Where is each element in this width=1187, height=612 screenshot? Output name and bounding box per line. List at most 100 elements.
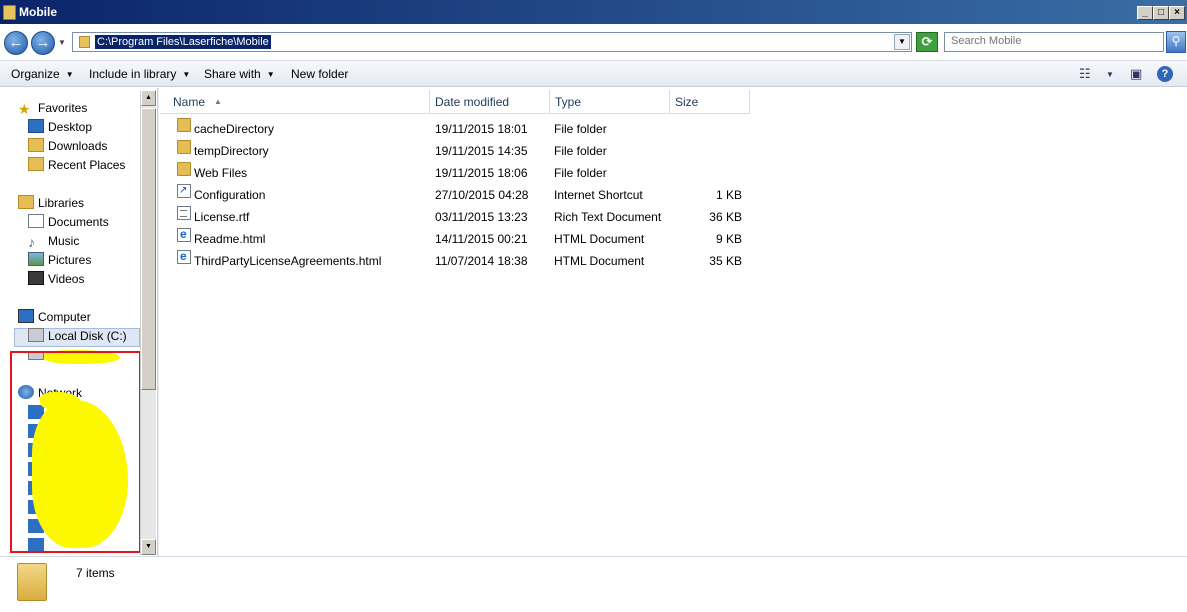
nav-computer[interactable]: Computer bbox=[18, 308, 91, 326]
details-pane: 7 items bbox=[0, 556, 1187, 612]
share-with-menu[interactable]: Share with ▼ bbox=[204, 67, 275, 81]
nav-item-label: Recent Places bbox=[48, 158, 126, 172]
nav-item-videos[interactable]: Videos bbox=[28, 270, 84, 288]
pane-splitter[interactable] bbox=[157, 88, 159, 556]
table-row[interactable]: ThirdPartyLicenseAgreements.html 11/07/2… bbox=[160, 245, 760, 272]
documents-icon bbox=[28, 214, 44, 228]
new-folder-button[interactable]: New folder bbox=[291, 67, 348, 81]
file-type: HTML Document bbox=[554, 232, 645, 246]
nav-item-downloads[interactable]: Downloads bbox=[28, 137, 107, 155]
view-options-dropdown[interactable]: ▼ bbox=[1106, 70, 1114, 79]
downloads-icon bbox=[28, 138, 44, 152]
column-header-label: Type bbox=[555, 95, 582, 109]
table-row[interactable]: Readme.html 14/11/2015 00:21 HTML Docume… bbox=[160, 223, 760, 250]
forward-button[interactable]: → bbox=[31, 31, 55, 55]
nav-item-label: Music bbox=[48, 234, 80, 248]
refresh-button[interactable]: ⟳ bbox=[916, 32, 938, 52]
organize-menu[interactable]: Organize ▼ bbox=[11, 67, 74, 81]
forward-arrow-icon: → bbox=[35, 34, 51, 51]
folder-icon bbox=[17, 563, 47, 601]
scroll-thumb[interactable] bbox=[141, 108, 156, 390]
back-button[interactable]: ← bbox=[4, 31, 28, 55]
nav-item-local-disk[interactable]: Local Disk (C:) bbox=[28, 327, 127, 345]
address-field[interactable]: C:\Program Files\Laserfiche\Mobile ▼ bbox=[72, 32, 912, 52]
title-bar: Mobile _ □ × bbox=[0, 0, 1187, 24]
shortcut-icon bbox=[177, 180, 191, 202]
nav-computer-label: Computer bbox=[38, 310, 91, 324]
file-name: Readme.html bbox=[194, 232, 266, 246]
column-header-date-modified[interactable]: Date modified bbox=[430, 90, 550, 114]
close-button[interactable]: × bbox=[1169, 6, 1185, 20]
file-name: Web Files bbox=[194, 166, 248, 180]
column-header-type[interactable]: Type bbox=[550, 90, 670, 114]
computer-icon bbox=[18, 309, 34, 323]
search-button[interactable]: ⚲ bbox=[1166, 31, 1186, 53]
nav-libraries[interactable]: Libraries bbox=[18, 194, 84, 212]
music-icon: ♪ bbox=[28, 234, 35, 250]
maximize-button[interactable]: □ bbox=[1153, 6, 1169, 20]
folder-icon bbox=[177, 140, 191, 154]
preview-pane-icon: ▣ bbox=[1130, 66, 1143, 81]
file-type: File folder bbox=[554, 166, 607, 180]
search-input[interactable] bbox=[945, 33, 1145, 49]
file-date: 11/07/2014 18:38 bbox=[435, 254, 528, 268]
nav-favorites[interactable]: ★ Favorites bbox=[18, 99, 87, 117]
column-header-label: Date modified bbox=[435, 95, 510, 109]
file-size: 1 KB bbox=[715, 188, 742, 202]
file-date: 19/11/2015 18:01 bbox=[435, 122, 528, 136]
sort-ascending-icon: ▲ bbox=[214, 97, 222, 106]
search-icon: ⚲ bbox=[1171, 34, 1181, 48]
table-row[interactable]: tempDirectory 19/11/2015 14:35 File fold… bbox=[160, 140, 760, 162]
share-with-label: Share with bbox=[204, 67, 261, 81]
window-title: Mobile bbox=[19, 5, 57, 19]
file-size: 35 KB bbox=[709, 254, 742, 268]
nav-item-documents[interactable]: Documents bbox=[28, 213, 109, 231]
view-options-button[interactable]: ☷ bbox=[1079, 66, 1091, 82]
rtf-document-icon bbox=[177, 206, 191, 220]
column-header-label: Name bbox=[173, 95, 206, 109]
column-header-label: Size bbox=[675, 95, 699, 109]
scroll-up-button[interactable]: ▲ bbox=[141, 90, 156, 106]
redaction-box bbox=[10, 351, 141, 553]
recent-places-icon bbox=[28, 157, 44, 171]
file-name: Configuration bbox=[194, 188, 266, 202]
chevron-down-icon: ▼ bbox=[65, 70, 74, 79]
nav-item-music[interactable]: ♪ Music bbox=[28, 232, 79, 250]
help-icon: ? bbox=[1161, 68, 1169, 80]
column-header-size[interactable]: Size bbox=[670, 90, 750, 114]
navigation-scrollbar[interactable]: ▲ ▼ bbox=[140, 90, 156, 555]
table-row[interactable]: Web Files 19/11/2015 18:06 File folder bbox=[160, 162, 760, 184]
include-in-library-menu[interactable]: Include in library ▼ bbox=[89, 67, 190, 81]
minimize-button[interactable]: _ bbox=[1137, 6, 1153, 20]
table-row[interactable]: License.rtf 03/11/2015 13:23 Rich Text D… bbox=[160, 206, 760, 228]
html-document-icon bbox=[177, 245, 191, 267]
file-name: cacheDirectory bbox=[194, 122, 275, 136]
nav-item-desktop[interactable]: Desktop bbox=[28, 118, 92, 136]
nav-item-label: Documents bbox=[48, 215, 109, 229]
header-separator bbox=[160, 113, 750, 114]
folder-icon bbox=[177, 118, 191, 132]
command-bar: Organize ▼ Include in library ▼ Share with… bbox=[0, 61, 1187, 87]
nav-item-pictures[interactable]: Pictures bbox=[28, 251, 91, 269]
nav-item-label: Pictures bbox=[48, 253, 92, 267]
file-list: Name ▲ Date modified Type Size cacheDire… bbox=[160, 88, 1187, 556]
preview-pane-button[interactable]: ▣ bbox=[1130, 66, 1142, 82]
item-count: 7 items bbox=[76, 566, 115, 580]
address-bar-row: ← → ▼ C:\Program Files\Laserfiche\Mobile… bbox=[0, 24, 1187, 61]
address-history-dropdown[interactable]: ▼ bbox=[894, 34, 910, 50]
address-path[interactable]: C:\Program Files\Laserfiche\Mobile bbox=[95, 35, 271, 49]
recent-pages-dropdown[interactable]: ▼ bbox=[58, 38, 66, 47]
help-button[interactable]: ? bbox=[1157, 66, 1173, 82]
table-row[interactable]: Configuration 27/10/2015 04:28 Internet … bbox=[160, 180, 760, 206]
file-date: 03/11/2015 13:23 bbox=[435, 210, 528, 224]
table-row[interactable]: cacheDirectory 19/11/2015 18:01 File fol… bbox=[160, 118, 760, 140]
libraries-icon bbox=[18, 195, 34, 209]
star-icon: ★ bbox=[18, 101, 31, 117]
column-header-name[interactable]: Name ▲ bbox=[168, 90, 430, 114]
file-date: 27/10/2015 04:28 bbox=[435, 188, 529, 202]
folder-icon bbox=[3, 5, 16, 20]
search-field[interactable] bbox=[944, 32, 1164, 52]
nav-item-recent-places[interactable]: Recent Places bbox=[28, 156, 125, 174]
scroll-down-button[interactable]: ▼ bbox=[141, 539, 156, 555]
nav-favorites-label: Favorites bbox=[38, 101, 88, 115]
